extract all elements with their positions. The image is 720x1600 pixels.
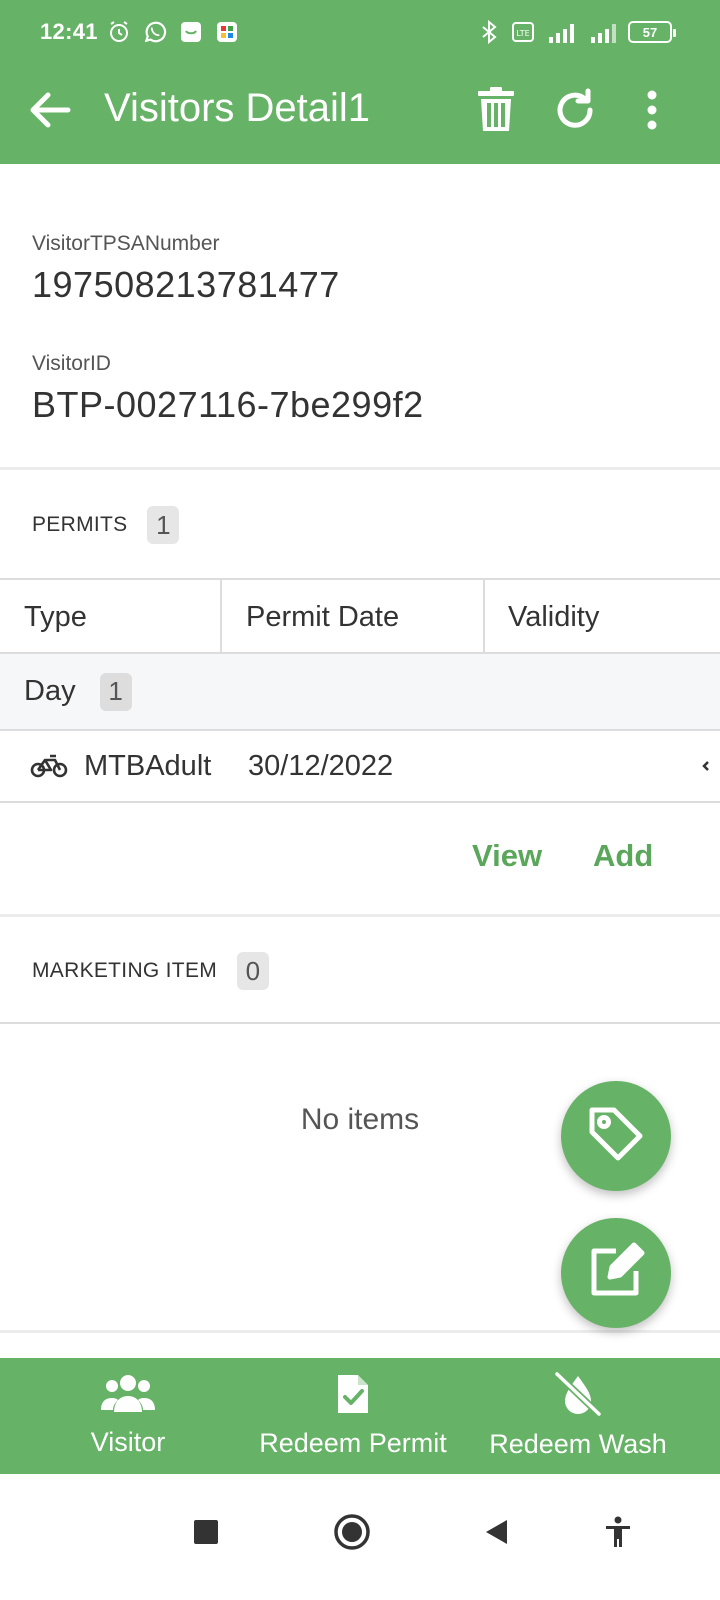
permit-type: MTBAdult (84, 749, 212, 782)
signal-icon (544, 18, 580, 46)
group-count-badge: 1 (99, 672, 132, 711)
permits-table-header: Type Permit Date Validity (0, 578, 720, 654)
volte-icon: LTE (510, 18, 536, 46)
divider (0, 1330, 720, 1333)
marketing-count-badge: 0 (237, 952, 270, 990)
app-icon (214, 18, 240, 46)
svg-text:LTE: LTE (516, 29, 529, 38)
tag-fab-button[interactable] (561, 1081, 671, 1191)
column-header-type[interactable]: Type (24, 580, 87, 654)
permits-header: PERMITS 1 (32, 506, 180, 544)
permits-title: PERMITS (32, 513, 128, 536)
no-water-icon (553, 1371, 603, 1421)
visitor-id-block: VisitorID BTP-0027116-7be299f2 (32, 352, 424, 426)
nav-redeem-permit[interactable]: Redeem Permit (248, 1358, 458, 1474)
edit-icon (586, 1241, 646, 1306)
page-title: Visitors Detail1 (104, 86, 371, 130)
permit-group-row[interactable]: Day 1 (0, 654, 720, 731)
alarm-icon (106, 18, 132, 46)
nav-visitor[interactable]: Visitor (40, 1358, 216, 1474)
users-icon (101, 1374, 155, 1419)
column-header-permit-date[interactable]: Permit Date (246, 580, 399, 654)
nav-redeem-wash-label: Redeem Wash (489, 1429, 667, 1459)
battery-icon: 57 (628, 21, 676, 43)
nav-redeem-wash[interactable]: Redeem Wash (480, 1358, 676, 1474)
bottom-nav: Visitor Redeem Permit Redeem Wash (0, 1358, 720, 1474)
chevron-icon (700, 731, 710, 801)
status-time: 12:41 (40, 19, 98, 44)
toolbar: Visitors Detail1 (0, 70, 720, 164)
tag-icon (586, 1104, 646, 1169)
group-name: Day (24, 675, 76, 707)
bicycle-icon (30, 754, 68, 778)
recents-button[interactable] (176, 1504, 236, 1564)
nav-visitor-label: Visitor (90, 1427, 166, 1457)
accessibility-button[interactable] (588, 1504, 648, 1564)
back-button[interactable] (20, 82, 80, 142)
visitor-id-label: VisitorID (32, 352, 111, 375)
status-bar: 12:41 LTE 57 (0, 0, 720, 70)
delete-button[interactable] (466, 82, 526, 142)
tpsa-value: 197508213781477 (32, 264, 340, 305)
column-separator (220, 580, 222, 654)
marketing-title: MARKETING ITEM (32, 959, 218, 982)
status-icons-left (106, 18, 240, 46)
back-triangle-icon (483, 1518, 509, 1551)
whatsapp-icon (142, 18, 168, 46)
add-button[interactable]: Add (593, 838, 653, 874)
system-nav-bar (0, 1474, 720, 1600)
view-button[interactable]: View (472, 838, 542, 874)
permits-count-badge: 1 (147, 506, 180, 544)
more-vert-icon (646, 90, 658, 135)
status-icons-right: LTE 57 (476, 18, 676, 46)
bluetooth-icon (476, 18, 502, 46)
system-back-button[interactable] (466, 1504, 526, 1564)
more-options-button[interactable] (622, 82, 682, 142)
arrow-left-icon (28, 90, 72, 135)
table-row[interactable]: MTBAdult 30/12/2022 (0, 731, 720, 803)
signal-icon (588, 18, 620, 46)
home-circle-icon (333, 1513, 371, 1556)
refresh-button[interactable] (545, 82, 605, 142)
visitor-tpsa-block: VisitorTPSANumber 197508213781477 (32, 232, 340, 306)
shopping-icon (178, 18, 204, 46)
visitor-id-value: BTP-0027116-7be299f2 (32, 384, 424, 425)
permit-type-cell: MTBAdult (30, 731, 211, 801)
divider (0, 467, 720, 470)
trash-icon (476, 86, 516, 138)
square-icon (193, 1519, 219, 1550)
accessibility-icon (604, 1516, 632, 1553)
edit-fab-button[interactable] (561, 1218, 671, 1328)
column-header-validity[interactable]: Validity (508, 580, 599, 654)
file-check-icon (336, 1373, 370, 1420)
permit-date-cell: 30/12/2022 (248, 749, 394, 782)
divider (0, 1022, 720, 1024)
home-button[interactable] (322, 1504, 382, 1564)
app-bar: 12:41 LTE 57 Visitors Detail1 (0, 0, 720, 164)
refresh-icon (552, 87, 598, 138)
tpsa-label: VisitorTPSANumber (32, 232, 220, 255)
divider (0, 914, 720, 917)
marketing-header: MARKETING ITEM 0 (32, 952, 270, 990)
column-separator (483, 580, 485, 654)
nav-redeem-permit-label: Redeem Permit (259, 1428, 447, 1458)
